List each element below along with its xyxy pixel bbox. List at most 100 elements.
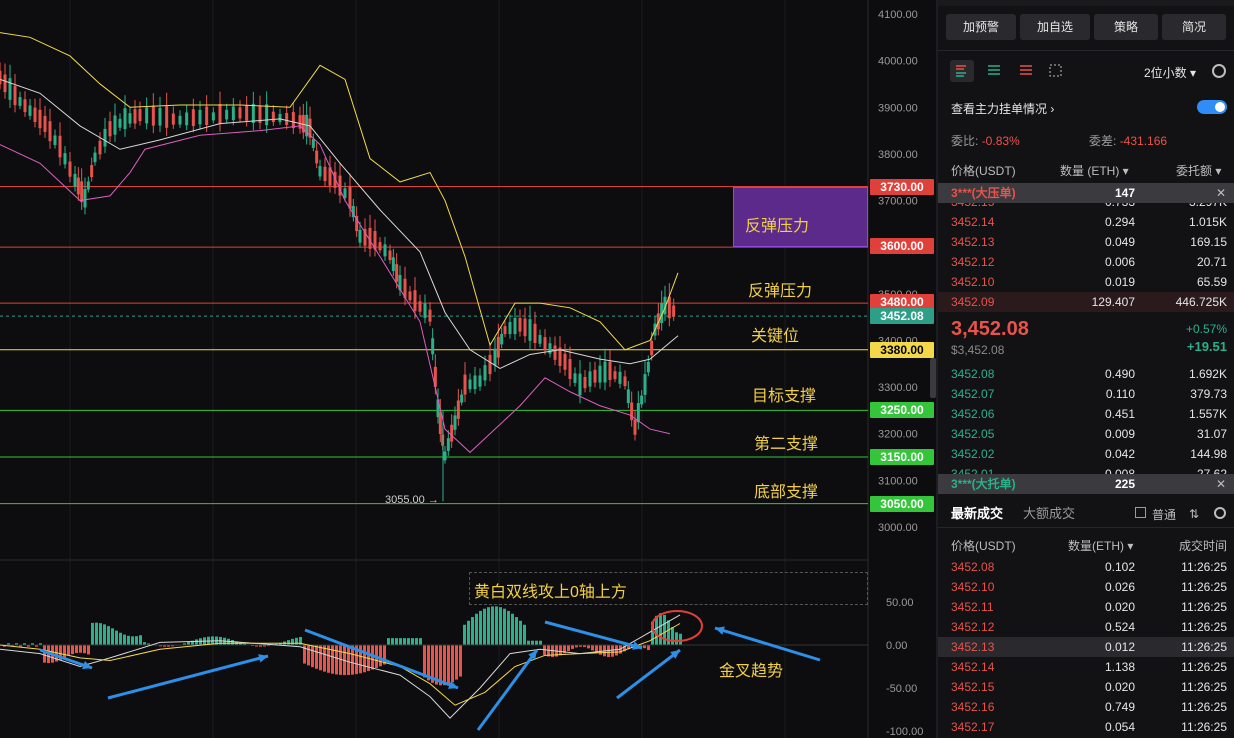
trade-col-time: 成交时间: [1178, 539, 1227, 553]
macd-bar: [387, 638, 390, 645]
macd-bar: [539, 640, 542, 645]
ask-row[interactable]: 3452.10 0.019 65.59: [938, 272, 1234, 292]
macd-bar: [131, 636, 134, 645]
trade-row[interactable]: 3452.11 0.020 11:26:25: [938, 597, 1234, 617]
ask-row-price: 3452.09: [951, 295, 995, 309]
trade-row-amount: 11:26:25: [1181, 700, 1227, 714]
macd-bar: [95, 622, 98, 645]
macd-bar: [567, 645, 570, 652]
candle-body: [428, 309, 432, 322]
precision-select[interactable]: 2位小数 ▾: [1144, 64, 1196, 81]
trade-row-price: 3452.16: [951, 700, 995, 714]
candle-body: [13, 85, 17, 106]
trade-row[interactable]: 3452.08 0.102 11:26:25: [938, 557, 1234, 577]
expand-icon[interactable]: [1044, 60, 1068, 82]
trade-row[interactable]: 3452.16 0.749 11:26:25: [938, 697, 1234, 717]
candle-body: [165, 106, 169, 128]
macd-bar: [659, 613, 662, 645]
candle-body: [83, 189, 87, 208]
trade-row[interactable]: 3452.14 1.138 11:26:25: [938, 657, 1234, 677]
big-bid-row[interactable]: 3***(大托单) 225 ✕: [938, 474, 1234, 494]
trend-arrow: [616, 648, 681, 700]
tab-latest-trades[interactable]: 最新成交: [951, 503, 1003, 522]
filter-icon[interactable]: ⇅: [1189, 507, 1199, 521]
main-orders-toggle[interactable]: [1197, 100, 1227, 114]
macd-bar: [315, 645, 318, 669]
add-favorite-button[interactable]: 加自选: [1020, 14, 1090, 40]
col-amount-header[interactable]: 委托额 ▾: [1176, 162, 1221, 179]
trade-row-qty: 0.026: [1104, 580, 1135, 594]
depth-bids-icon[interactable]: [982, 60, 1006, 82]
macd-axis-tick: -100.00: [886, 726, 923, 738]
close-icon[interactable]: ✕: [1216, 183, 1226, 203]
last-price-usd: $3,452.08: [951, 343, 1005, 357]
settings-icon[interactable]: [1212, 64, 1226, 78]
bid-row[interactable]: 3452.05 0.009 31.07: [938, 424, 1234, 444]
macd-bar: [115, 630, 118, 645]
bid-row-amount: 379.73: [1190, 387, 1227, 401]
overview-button[interactable]: 简况: [1162, 14, 1226, 40]
candle-body: [211, 112, 215, 121]
candle-body: [636, 403, 640, 423]
candle-body: [93, 152, 97, 163]
ask-row[interactable]: 3452.09 129.407 446.725K: [938, 292, 1234, 312]
depth-both-icon[interactable]: [950, 60, 974, 82]
trade-row[interactable]: 3452.10 0.026 11:26:25: [938, 577, 1234, 597]
bid-row[interactable]: 3452.08 0.490 1.692K: [938, 364, 1234, 384]
trade-row-price: 3452.13: [951, 640, 995, 654]
candle-body: [63, 153, 67, 165]
macd-bar: [395, 638, 398, 645]
trade-row-qty: 0.020: [1104, 680, 1135, 694]
trade-row[interactable]: 3452.15 0.020 11:26:25: [938, 677, 1234, 697]
bid-row-amount: 31.07: [1196, 427, 1227, 441]
candle-body: [198, 109, 202, 125]
main-orders-link[interactable]: 查看主力挂单情况 ›: [951, 100, 1054, 117]
macd-bar: [103, 624, 106, 645]
ask-row[interactable]: 3452.14 0.294 1.015K: [938, 212, 1234, 232]
candle-body: [563, 353, 567, 370]
trade-row-qty: 0.749: [1104, 700, 1135, 714]
chart-canvas[interactable]: 4100.00 4000.00 3900.00 3800.00 3700.00 3600.…: [0, 0, 936, 738]
price-chart[interactable]: 4100.00 4000.00 3900.00 3800.00 3700.00 3600.…: [0, 0, 936, 738]
bid-row-amount: 1.692K: [1188, 367, 1227, 381]
macd-bar: [515, 617, 518, 645]
diff-label: 委差:: [1089, 134, 1117, 148]
candle-body: [48, 121, 52, 142]
top-strip: [938, 0, 1234, 6]
trade-row-amount: 11:26:25: [1181, 640, 1227, 654]
close-icon[interactable]: ✕: [1216, 474, 1226, 494]
candle-body: [633, 419, 637, 435]
trade-row[interactable]: 3452.17 0.054 11:26:25: [938, 717, 1234, 737]
col-qty-header[interactable]: 数量 (ETH) ▾: [1060, 162, 1129, 179]
normal-checkbox[interactable]: [1135, 507, 1146, 518]
macd-bar: [523, 624, 526, 645]
macd-bar: [675, 632, 678, 645]
ask-row[interactable]: 3452.12 0.006 20.71: [938, 252, 1234, 272]
tab-large-trades[interactable]: 大额成交: [1023, 503, 1075, 522]
candle-body: [151, 105, 155, 126]
macd-bar: [531, 640, 534, 645]
strategy-button[interactable]: 策略: [1094, 14, 1158, 40]
trade-row[interactable]: 3452.13 0.012 11:26:25: [938, 637, 1234, 657]
bid-row[interactable]: 3452.07 0.110 379.73: [938, 384, 1234, 404]
target-support-label: 目标支撑: [752, 388, 817, 405]
trade-row-amount: 11:26:25: [1181, 720, 1227, 734]
depth-asks-icon[interactable]: [1014, 60, 1038, 82]
trend-arrow: [544, 620, 643, 650]
candle-body: [383, 244, 387, 257]
macd-bar: [447, 645, 450, 685]
bid-row[interactable]: 3452.06 0.451 1.557K: [938, 404, 1234, 424]
candle-body: [23, 99, 27, 113]
macd-bar: [467, 620, 470, 645]
candle-body: [523, 318, 527, 337]
trade-settings-icon[interactable]: [1214, 507, 1226, 519]
trade-col-qty[interactable]: 数量(ETH) ▾: [1068, 537, 1133, 554]
trend-arrow: [476, 649, 539, 731]
price-axis-tick: 4100.00: [878, 9, 918, 21]
bid-row[interactable]: 3452.02 0.042 144.98: [938, 444, 1234, 464]
trade-row[interactable]: 3452.12 0.524 11:26:25: [938, 617, 1234, 637]
big-ask-row[interactable]: 3***(大压单) 147 ✕: [938, 183, 1234, 203]
add-alert-button[interactable]: 加预警: [946, 14, 1016, 40]
ask-row[interactable]: 3452.13 0.049 169.15: [938, 232, 1234, 252]
trade-row-price: 3452.12: [951, 620, 995, 634]
